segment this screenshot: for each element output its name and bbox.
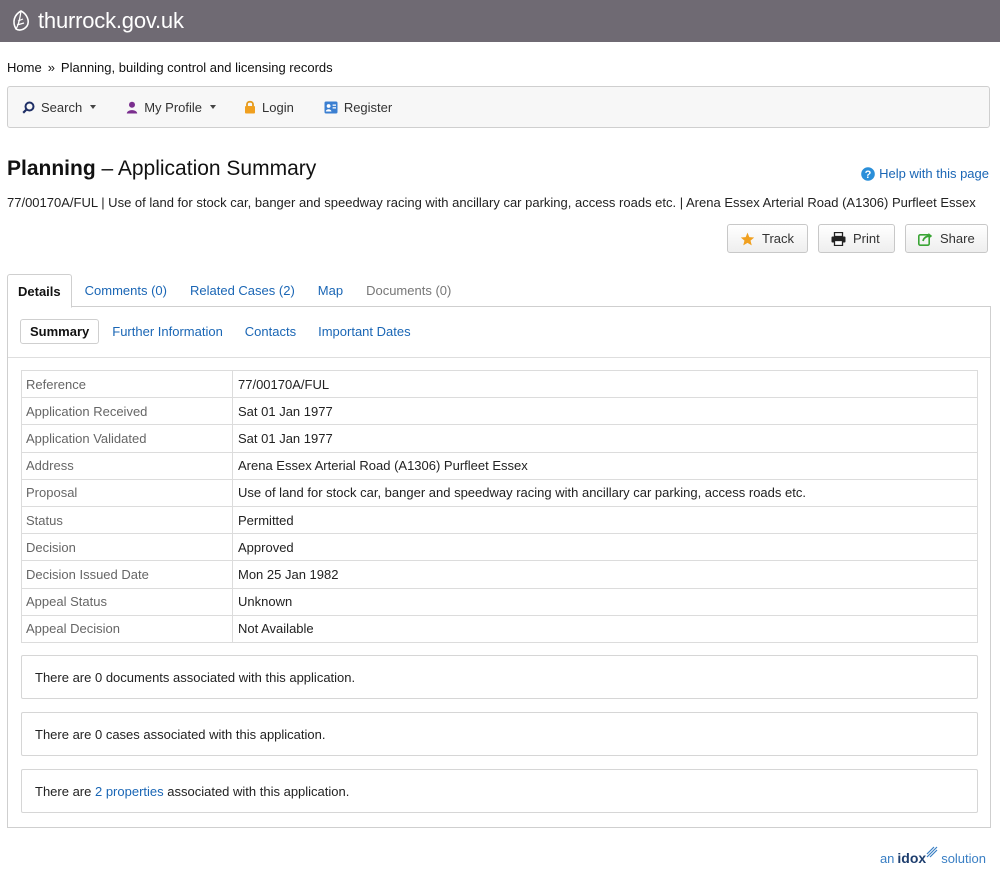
- user-icon: [127, 101, 138, 113]
- divider: [8, 357, 990, 358]
- row-value: Permitted: [232, 505, 978, 535]
- action-buttons: Track Print Share: [727, 224, 988, 253]
- idox-logo-suffix: solution: [941, 851, 986, 866]
- row-label: Application Received: [21, 397, 233, 426]
- properties-info-prefix: There are: [35, 783, 95, 799]
- row-label: Decision: [21, 533, 233, 562]
- page-title-secondary: – Application Summary: [95, 157, 317, 180]
- row-label: Appeal Status: [21, 587, 233, 616]
- row-label: Proposal: [21, 478, 233, 507]
- nav-my-profile-label: My Profile: [144, 99, 202, 115]
- row-value: Use of land for stock car, banger and sp…: [232, 478, 978, 507]
- site-header: thurrock.gov.uk: [0, 0, 1000, 42]
- row-value: Not Available: [232, 614, 978, 643]
- idox-logo: an idox solution: [880, 846, 986, 866]
- table-row: Application Validated Sat 01 Jan 1977: [21, 424, 978, 453]
- row-label: Address: [21, 451, 233, 480]
- print-button[interactable]: Print: [818, 224, 895, 253]
- application-description: 77/00170A/FUL | Use of land for stock ca…: [7, 195, 976, 210]
- tab-comments[interactable]: Comments (0): [75, 274, 177, 307]
- nav-search-label: Search: [41, 99, 83, 115]
- page-title-primary: Planning: [7, 157, 96, 180]
- row-label: Reference: [21, 369, 233, 399]
- summary-table: Reference 77/00170A/FUL Application Recei…: [21, 369, 978, 643]
- printer-icon: [831, 231, 846, 246]
- table-row: Decision Approved: [21, 533, 978, 562]
- table-row: Appeal Decision Not Available: [21, 614, 978, 643]
- properties-info-suffix: associated with this application.: [163, 783, 350, 799]
- table-row: Application Received Sat 01 Jan 1977: [21, 397, 978, 426]
- help-link-label: Help with this page: [879, 166, 989, 181]
- cases-info-box: There are 0 cases associated with this a…: [21, 712, 978, 756]
- leaf-logo-icon: [13, 10, 29, 31]
- track-button-label: Track: [762, 231, 795, 246]
- table-row: Proposal Use of land for stock car, bange…: [21, 478, 978, 507]
- search-icon: [22, 101, 35, 114]
- row-value: Sat 01 Jan 1977: [232, 397, 978, 426]
- row-label: Appeal Decision: [21, 614, 233, 643]
- idox-logo-brand: idox: [897, 850, 927, 866]
- row-value: Sat 01 Jan 1977: [232, 424, 978, 453]
- page-title: Planning – Application Summary: [7, 157, 316, 181]
- breadcrumb-home[interactable]: Home: [7, 60, 42, 75]
- table-row: Appeal Status Unknown: [21, 587, 978, 616]
- nav-login[interactable]: Login: [244, 100, 294, 115]
- sub-tabs: Summary Further Information Contacts Imp…: [20, 319, 424, 344]
- row-value: 77/00170A/FUL: [232, 369, 978, 399]
- tab-details[interactable]: Details: [7, 274, 72, 308]
- top-navbar: Search My Profile Login Register: [7, 86, 990, 128]
- print-button-label: Print: [853, 231, 880, 246]
- properties-info-box: There are 2 properties associated with t…: [21, 769, 978, 813]
- site-logo[interactable]: thurrock.gov.uk: [10, 8, 184, 34]
- idox-logo-prefix: an: [879, 851, 895, 866]
- row-value: Unknown: [232, 587, 978, 616]
- idox-mark-icon: [926, 846, 938, 858]
- track-button[interactable]: Track: [727, 224, 808, 253]
- nav-search[interactable]: Search: [22, 99, 97, 115]
- nav-login-label: Login: [262, 99, 294, 115]
- row-value: Mon 25 Jan 1982: [232, 560, 978, 589]
- tab-related-cases[interactable]: Related Cases (2): [180, 274, 305, 307]
- table-row: Reference 77/00170A/FUL: [21, 369, 978, 399]
- nav-my-profile[interactable]: My Profile: [126, 100, 216, 115]
- svg-text:?: ?: [865, 168, 872, 180]
- subtab-further-information[interactable]: Further Information: [103, 320, 232, 343]
- documents-info-text: There are 0 documents associated with th…: [35, 669, 356, 685]
- breadcrumb-separator: »: [47, 60, 55, 75]
- subtab-important-dates[interactable]: Important Dates: [309, 320, 420, 343]
- subtab-summary[interactable]: Summary: [20, 319, 100, 344]
- subtab-contacts[interactable]: Contacts: [236, 320, 305, 343]
- documents-info-box: There are 0 documents associated with th…: [21, 655, 978, 699]
- row-label: Status: [21, 505, 233, 535]
- row-value: Arena Essex Arterial Road (A1306) Purfle…: [232, 451, 978, 480]
- lock-icon: [245, 100, 255, 114]
- chevron-down-icon: [90, 105, 97, 109]
- help-question-icon: ?: [861, 166, 875, 181]
- tab-documents[interactable]: Documents (0): [356, 274, 461, 307]
- breadcrumb-current[interactable]: Planning, building control and licensing…: [61, 60, 333, 75]
- star-icon: [740, 232, 755, 245]
- row-value: Approved: [232, 533, 978, 562]
- table-row: Decision Issued Date Mon 25 Jan 1982: [21, 560, 978, 589]
- tab-map[interactable]: Map: [308, 274, 353, 307]
- row-label: Decision Issued Date: [21, 560, 233, 589]
- register-card-icon: [324, 101, 338, 113]
- help-link[interactable]: ? Help with this page: [861, 166, 989, 181]
- site-name: thurrock.gov.uk: [38, 8, 184, 33]
- nav-register[interactable]: Register: [324, 100, 392, 115]
- details-panel: Summary Further Information Contacts Imp…: [7, 306, 991, 828]
- cases-info-text: There are 0 cases associated with this a…: [35, 726, 326, 742]
- breadcrumb: Home » Planning, building control and li…: [7, 60, 333, 75]
- share-icon: [918, 232, 933, 246]
- table-row: Status Permitted: [21, 505, 978, 535]
- share-button[interactable]: Share: [905, 224, 988, 253]
- properties-link[interactable]: 2 properties: [95, 784, 164, 799]
- chevron-down-icon: [210, 105, 216, 109]
- row-label: Application Validated: [21, 424, 233, 453]
- table-row: Address Arena Essex Arterial Road (A1306)…: [21, 451, 978, 480]
- share-button-label: Share: [940, 231, 975, 246]
- main-tabs: Details Comments (0) Related Cases (2) M…: [7, 274, 991, 308]
- nav-register-label: Register: [343, 99, 393, 115]
